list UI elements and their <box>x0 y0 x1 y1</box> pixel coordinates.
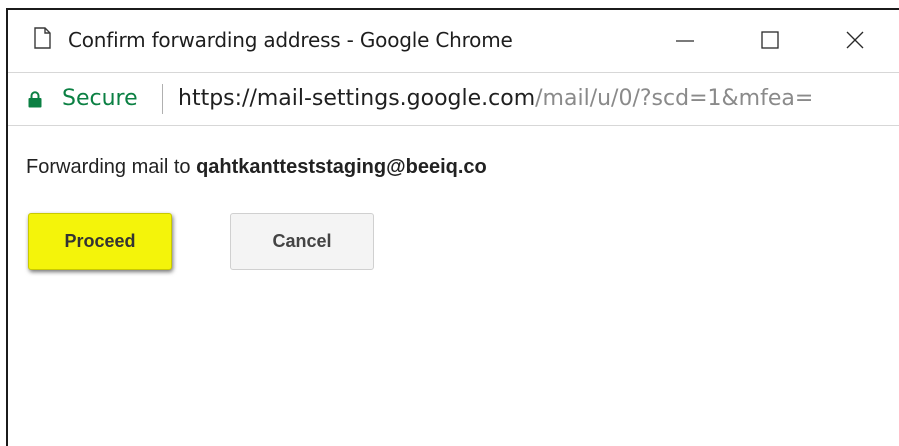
proceed-button[interactable]: Proceed <box>28 213 172 270</box>
forwarding-email: qahtkantteststaging@beeiq.co <box>196 156 487 178</box>
url-field[interactable]: https://mail-settings.google.com/mail/u/… <box>178 86 813 111</box>
maximize-button[interactable] <box>735 10 805 72</box>
title-bar[interactable]: Confirm forwarding address - Google Chro… <box>8 10 899 72</box>
dialog-content: Forwarding mail to qahtkantteststaging@b… <box>8 127 899 446</box>
close-icon <box>846 31 864 49</box>
minimize-button[interactable] <box>650 10 720 72</box>
window-title: Confirm forwarding address - Google Chro… <box>68 28 513 52</box>
url-path: /mail/u/0/?scd=1&mfea= <box>535 86 814 111</box>
forwarding-message: Forwarding mail to qahtkantteststaging@b… <box>26 156 487 179</box>
url-host: https://mail-settings.google.com <box>178 86 536 111</box>
lock-icon[interactable] <box>28 91 42 108</box>
close-button[interactable] <box>820 10 890 72</box>
message-prefix: Forwarding mail to <box>26 156 191 178</box>
minimize-icon <box>676 40 694 42</box>
cancel-button[interactable]: Cancel <box>230 213 374 270</box>
address-bar[interactable]: Secure https://mail-settings.google.com/… <box>8 72 899 126</box>
address-separator <box>162 84 163 114</box>
browser-window: Confirm forwarding address - Google Chro… <box>6 8 899 446</box>
page-icon <box>34 27 51 49</box>
secure-label[interactable]: Secure <box>62 86 138 111</box>
maximize-icon <box>761 31 779 49</box>
